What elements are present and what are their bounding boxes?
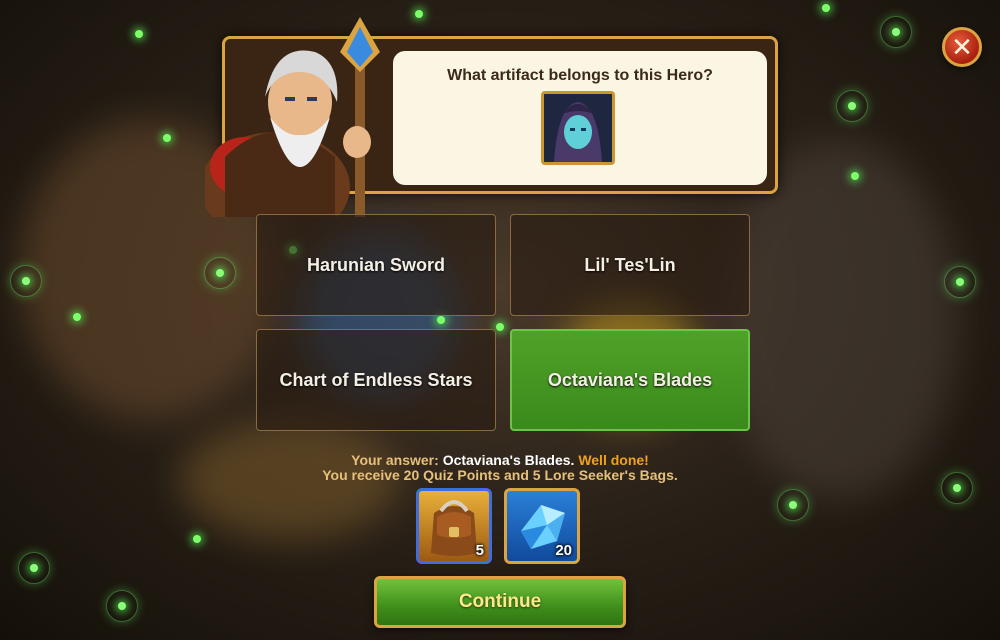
result-answer-line: Your answer: Octaviana's Blades. Well do… [0,452,1000,468]
answer-option-2[interactable]: Lil' Tes'Lin [510,214,750,316]
close-icon: ✕ [951,32,973,62]
answer-prefix: Your answer: [351,452,439,468]
question-card: What artifact belongs to this Hero? [393,51,767,185]
answer-option-1[interactable]: Harunian Sword [256,214,496,316]
question-text: What artifact belongs to this Hero? [447,67,713,84]
verdict-text: Well done! [578,452,649,468]
hero-portrait [541,91,615,165]
question-panel: What artifact belongs to this Hero? [205,17,778,217]
answer-option-4-correct[interactable]: Octaviana's Blades [510,329,750,431]
continue-button[interactable]: Continue [374,576,626,628]
answer-value: Octaviana's Blades. [442,452,575,468]
reward-count: 20 [555,542,572,559]
reward-text: You receive 20 Quiz Points and 5 Lore Se… [322,467,678,483]
reward-count: 5 [475,542,484,559]
close-button[interactable]: ✕ [942,27,982,67]
reward-quiz-points[interactable]: 20 [504,488,580,564]
reward-lore-seekers-bag[interactable]: 5 [416,488,492,564]
answer-option-3[interactable]: Chart of Endless Stars [256,329,496,431]
hero-portrait-icon [544,94,612,162]
